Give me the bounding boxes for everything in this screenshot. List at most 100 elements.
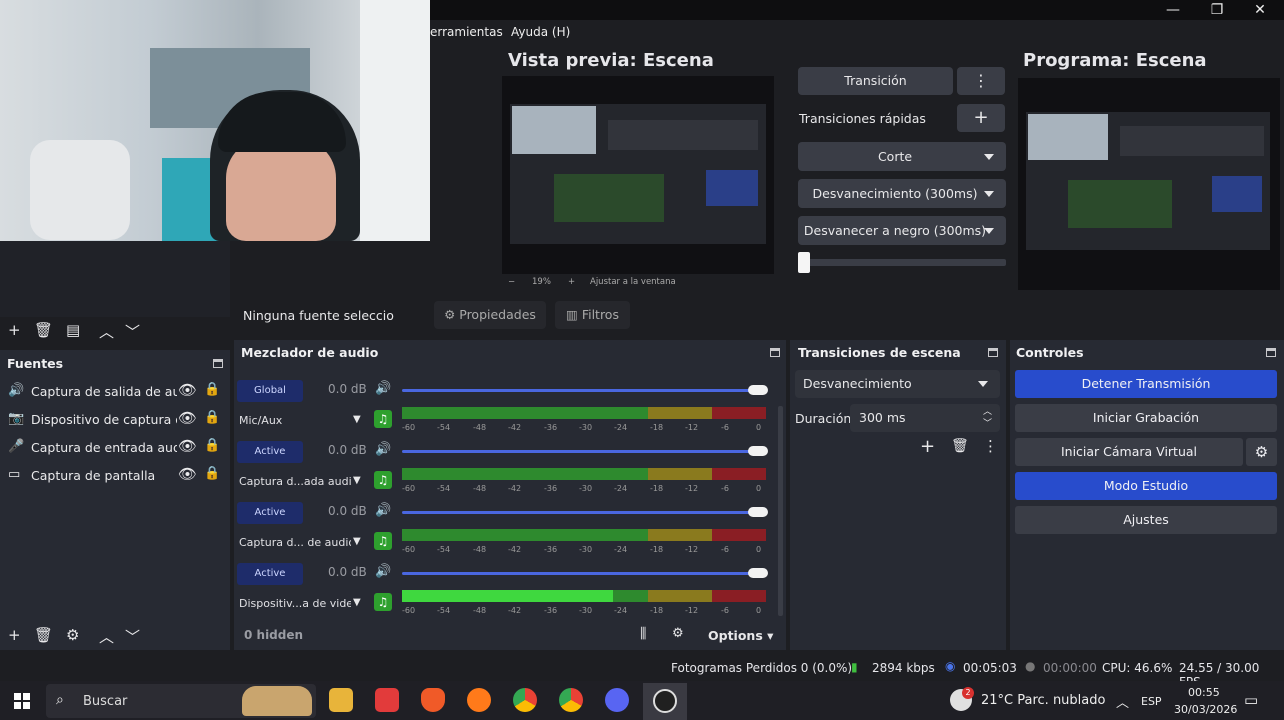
undock-icon[interactable] — [770, 348, 780, 357]
close-button[interactable]: ✕ — [1238, 0, 1282, 20]
clock-date[interactable]: 30/03/2026 — [1174, 703, 1237, 716]
volume-knob[interactable] — [748, 568, 768, 578]
volume-knob[interactable] — [748, 385, 768, 395]
zoom-in-button[interactable]: + — [568, 277, 575, 287]
lock-icon[interactable]: 🔒 — [204, 466, 220, 481]
undock-icon[interactable] — [213, 359, 223, 368]
windows-start-icon[interactable] — [14, 693, 30, 709]
spin-arrows-icon[interactable]: ﹀ — [983, 410, 992, 438]
chevron-up-icon[interactable]: ︿ — [99, 626, 114, 647]
volume-slider[interactable] — [402, 511, 766, 514]
fit-window-dropdown[interactable]: Ajustar a la ventana — [590, 277, 676, 287]
transition-type-dropdown[interactable]: Desvanecimiento — [795, 370, 1000, 398]
mixer-scrollbar[interactable] — [778, 406, 783, 616]
obs-taskbar-item[interactable] — [643, 683, 687, 720]
eye-icon[interactable]: 👁 — [178, 465, 197, 483]
transition-button[interactable]: Transición — [798, 67, 953, 95]
volume-knob[interactable] — [748, 507, 768, 517]
duration-spinbox[interactable]: 300 ms ︿ ﹀ — [850, 404, 1000, 432]
stop-stream-button[interactable]: Detener Transmisión — [1015, 370, 1277, 398]
vertical-layout-icon[interactable]: ⫼ — [640, 626, 646, 642]
undock-icon[interactable] — [988, 348, 998, 357]
eye-icon[interactable]: 👁 — [178, 409, 197, 427]
source-item[interactable]: 📷 Dispositivo de captura de 👁 🔒 — [0, 406, 228, 434]
fade-black-dropdown[interactable]: Desvanecer a negro (300ms) — [798, 216, 1006, 245]
virtual-camera-button[interactable]: Iniciar Cámara Virtual — [1015, 438, 1243, 466]
headphones-icon[interactable]: ♫ — [374, 471, 392, 489]
volume-slider[interactable] — [402, 389, 766, 392]
discord-icon[interactable] — [605, 688, 629, 712]
lock-icon[interactable]: 🔒 — [204, 438, 220, 453]
transition-menu-button[interactable]: ⋮ — [957, 67, 1005, 95]
source-item[interactable]: 🔊 Captura de salida de audi 👁 🔒 — [0, 378, 228, 406]
zoom-out-button[interactable]: − — [508, 277, 515, 287]
lock-icon[interactable]: 🔒 — [204, 410, 220, 425]
anydesk-icon[interactable] — [375, 688, 399, 712]
scale-tick: -54 — [437, 545, 451, 554]
menu-tools[interactable]: erramientas — [430, 25, 503, 39]
advanced-audio-icon[interactable]: ⚙ — [672, 626, 684, 641]
volume-knob[interactable] — [748, 446, 768, 456]
gear-icon[interactable]: ⚙ — [1246, 438, 1277, 466]
menu-help[interactable]: Ayuda (H) — [511, 25, 570, 39]
volume-slider[interactable] — [402, 572, 766, 575]
maximize-button[interactable]: ❐ — [1195, 0, 1239, 20]
clock-time[interactable]: 00:55 — [1188, 686, 1220, 699]
trash-icon[interactable]: 🗑 — [951, 438, 969, 454]
minimize-button[interactable]: — — [1151, 0, 1195, 20]
notification-icon[interactable]: ▭ — [1244, 691, 1258, 709]
volume-slider[interactable] — [402, 450, 766, 453]
weather-text[interactable]: 21°C Parc. nublado — [981, 693, 1105, 708]
options-dropdown[interactable]: Options ▾ — [708, 628, 773, 643]
eye-icon[interactable]: 👁 — [178, 381, 197, 399]
chevron-down-icon[interactable]: ▼ — [353, 536, 361, 547]
scale-tick: -18 — [650, 484, 664, 493]
speaker-icon[interactable]: 🔊 — [375, 442, 391, 457]
chevron-down-icon[interactable]: ▼ — [353, 597, 361, 608]
chrome-icon[interactable] — [513, 688, 537, 712]
settings-button[interactable]: Ajustes — [1015, 506, 1277, 534]
preview-canvas[interactable] — [502, 76, 774, 274]
start-recording-button[interactable]: Iniciar Grabación — [1015, 404, 1277, 432]
scale-tick: -48 — [473, 606, 487, 615]
undock-icon[interactable] — [1266, 348, 1276, 357]
headphones-icon[interactable]: ♫ — [374, 532, 392, 550]
chevron-up-icon[interactable]: ︿ — [99, 321, 114, 342]
trash-icon[interactable]: 🗑 — [34, 321, 53, 339]
taskbar-search-box[interactable]: ⌕ Buscar — [46, 684, 316, 718]
add-source-button[interactable]: + — [8, 626, 21, 644]
chevron-down-icon[interactable]: ▼ — [353, 475, 361, 486]
add-transition-button[interactable]: + — [920, 436, 935, 457]
add-quick-transition-button[interactable]: + — [957, 104, 1005, 132]
firefox-icon[interactable] — [467, 688, 491, 712]
file-explorer-icon[interactable] — [329, 688, 353, 712]
cut-dropdown[interactable]: Corte — [798, 142, 1006, 171]
chrome-icon[interactable] — [559, 688, 583, 712]
chevron-up-icon[interactable]: ︿ — [1116, 692, 1129, 711]
lock-icon[interactable]: 🔒 — [204, 382, 220, 397]
properties-button[interactable]: ⚙ Propiedades — [434, 301, 546, 329]
eye-icon[interactable]: 👁 — [178, 437, 197, 455]
add-scene-button[interactable]: + — [8, 321, 21, 339]
speaker-icon[interactable]: 🔊 — [375, 564, 391, 579]
chevron-down-icon[interactable]: ▼ — [353, 414, 361, 425]
filters-button[interactable]: ▥ Filtros — [555, 301, 630, 329]
headphones-icon[interactable]: ♫ — [374, 410, 392, 428]
source-item[interactable]: ▭ Captura de pantalla 👁 🔒 — [0, 462, 228, 490]
filter-icon[interactable]: ▤ — [66, 321, 80, 339]
tbar-handle[interactable] — [798, 252, 810, 273]
fade-dropdown[interactable]: Desvanecimiento (300ms) — [798, 179, 1006, 208]
language-indicator[interactable]: ESP — [1141, 695, 1162, 708]
source-item[interactable]: 🎤 Captura de entrada audic 👁 🔒 — [0, 434, 228, 462]
chevron-down-icon[interactable]: ﹀ — [125, 321, 140, 342]
studio-mode-button[interactable]: Modo Estudio — [1015, 472, 1277, 500]
chevron-down-icon[interactable]: ﹀ — [125, 626, 140, 647]
speaker-icon[interactable]: 🔊 — [375, 503, 391, 518]
more-icon[interactable]: ⋮ — [983, 437, 998, 455]
trash-icon[interactable]: 🗑 — [34, 626, 53, 644]
speaker-icon[interactable]: 🔊 — [375, 381, 391, 396]
brave-icon[interactable] — [421, 688, 445, 712]
gear-icon[interactable]: ⚙ — [66, 626, 79, 644]
headphones-icon[interactable]: ♫ — [374, 593, 392, 611]
tbar-slider[interactable] — [798, 259, 1006, 266]
